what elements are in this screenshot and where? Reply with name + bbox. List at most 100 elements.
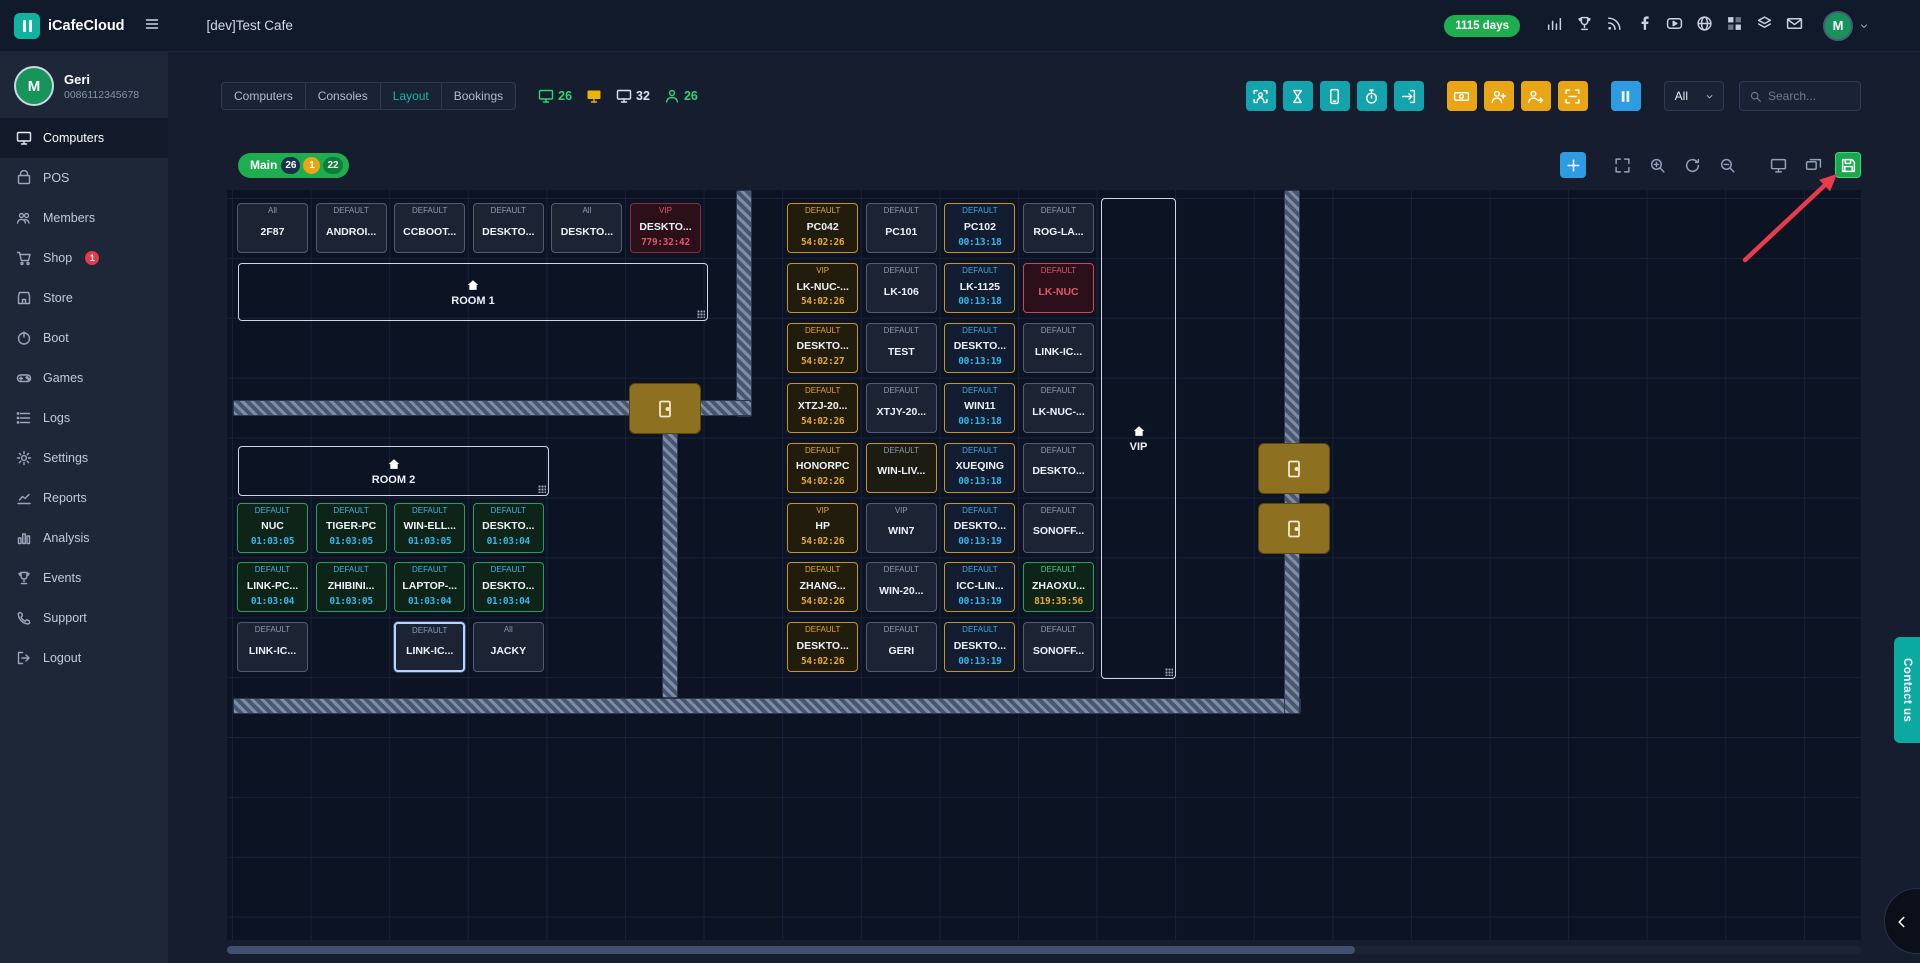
- sidebar-item-store[interactable]: Store: [0, 278, 168, 318]
- sidebar-item-computers[interactable]: Computers: [0, 118, 168, 158]
- computer-tile-androi[interactable]: DEFAULTANDROI...: [316, 203, 387, 253]
- horizontal-scrollbar[interactable]: [227, 946, 1861, 954]
- sidebar-item-games[interactable]: Games: [0, 358, 168, 398]
- computer-view-button[interactable]: [1765, 152, 1791, 178]
- sidebar-item-settings[interactable]: Settings: [0, 438, 168, 478]
- computer-tile-lk-nuc[interactable]: DEFAULTLK-NUC-...: [1023, 383, 1094, 433]
- member-session-button[interactable]: [1246, 81, 1276, 111]
- chevron-down-icon[interactable]: [1858, 20, 1870, 32]
- computer-tile-link-ic[interactable]: DEFAULTLINK-IC...: [237, 622, 308, 672]
- computer-tile-deskto[interactable]: DEFAULTDESKTO...01:03:04: [473, 503, 544, 553]
- add-member-button[interactable]: [1484, 81, 1514, 111]
- sidebar-item-logs[interactable]: Logs: [0, 398, 168, 438]
- user-avatar[interactable]: M: [1823, 11, 1853, 41]
- globe-link[interactable]: [1696, 15, 1713, 37]
- computer-tile-deskto[interactable]: DEFAULTDESKTO...: [473, 203, 544, 253]
- computer-tile-link-ic[interactable]: DEFAULTLINK-IC...: [394, 622, 465, 672]
- computer-tile-laptop[interactable]: DEFAULTLAPTOP-...01:03:04: [394, 562, 465, 612]
- computer-tile-sonoff[interactable]: DEFAULTSONOFF...: [1023, 503, 1094, 553]
- scan-qr-button[interactable]: [1558, 81, 1588, 111]
- computer-tile-rog-la[interactable]: DEFAULTROG-LA...: [1023, 203, 1094, 253]
- computer-tile-link-ic[interactable]: DEFAULTLINK-IC...: [1023, 323, 1094, 373]
- computer-tile-icc-lin[interactable]: DEFAULTICC-LIN...00:13:19: [944, 562, 1015, 612]
- youtube-link[interactable]: [1666, 15, 1683, 37]
- mail-link[interactable]: [1786, 15, 1803, 37]
- timer-button[interactable]: [1357, 81, 1387, 111]
- computer-tile-lk-1125[interactable]: DEFAULTLK-112500:13:18: [944, 263, 1015, 313]
- computer-tile-win-20[interactable]: DEFAULTWIN-20...: [866, 562, 937, 612]
- add-guest-button[interactable]: [1521, 81, 1551, 111]
- sidebar-item-pos[interactable]: POS: [0, 158, 168, 198]
- contact-us-button[interactable]: Contact us: [1894, 637, 1920, 743]
- room-room-2[interactable]: ROOM 2: [238, 446, 549, 496]
- tab-bookings[interactable]: Bookings: [441, 82, 516, 110]
- computer-tile-tiger-pc[interactable]: DEFAULTTIGER-PC01:03:05: [316, 503, 387, 553]
- room-vip[interactable]: VIP: [1101, 198, 1176, 679]
- sidebar-user[interactable]: M Geri 0086112345678: [0, 52, 168, 118]
- layers-link[interactable]: [1756, 15, 1773, 37]
- computer-tile-deskto[interactable]: DEFAULTDESKTO...01:03:04: [473, 562, 544, 612]
- computer-tile-zhang[interactable]: DEFAULTZHANG...54:02:26: [787, 562, 858, 612]
- computer-tile-ccboot[interactable]: DEFAULTCCBOOT...: [394, 203, 465, 253]
- computer-tile-jacky[interactable]: AllJACKY: [473, 622, 544, 672]
- computer-tile-xtjy-20[interactable]: DEFAULTXTJY-20...: [866, 383, 937, 433]
- room-tab-main[interactable]: Main 26122: [238, 153, 349, 178]
- tab-computers[interactable]: Computers: [221, 82, 306, 110]
- pixel-link[interactable]: [1726, 15, 1743, 37]
- computer-tile-lk-nuc[interactable]: DEFAULTLK-NUC: [1023, 263, 1094, 313]
- computer-tile-win11[interactable]: DEFAULTWIN1100:13:18: [944, 383, 1015, 433]
- checkout-button[interactable]: [1394, 81, 1424, 111]
- computer-tile-win-liv[interactable]: DEFAULTWIN-LIV...: [866, 443, 937, 493]
- trophy-link[interactable]: [1576, 15, 1593, 37]
- room-room-1[interactable]: ROOM 1: [238, 263, 708, 321]
- computer-tile-2f87[interactable]: All2F87: [237, 203, 308, 253]
- tab-layout[interactable]: Layout: [380, 82, 442, 110]
- computer-tile-lk-106[interactable]: DEFAULTLK-106: [866, 263, 937, 313]
- computer-tile-pc042[interactable]: DEFAULTPC04254:02:26: [787, 203, 858, 253]
- computer-tile-xueqing[interactable]: DEFAULTXUEQING00:13:18: [944, 443, 1015, 493]
- mobile-app-button[interactable]: [1320, 81, 1350, 111]
- scrollbar-thumb[interactable]: [227, 946, 1355, 954]
- stats-link[interactable]: [1546, 15, 1563, 37]
- door-3[interactable]: [1258, 503, 1330, 554]
- zoom-in-button[interactable]: [1644, 152, 1670, 178]
- zoom-out-button[interactable]: [1714, 152, 1740, 178]
- computer-tile-sonoff[interactable]: DEFAULTSONOFF...: [1023, 622, 1094, 672]
- computer-tile-zhaoxu[interactable]: DEFAULTZHAOXU...819:35:56: [1023, 562, 1094, 612]
- sidebar-item-boot[interactable]: Boot: [0, 318, 168, 358]
- cash-sale-button[interactable]: [1447, 81, 1477, 111]
- computer-tile-link-pc[interactable]: DEFAULTLINK-PC...01:03:04: [237, 562, 308, 612]
- computer-tile-deskto[interactable]: DEFAULTDESKTO...00:13:19: [944, 622, 1015, 672]
- computer-tile-hp[interactable]: VIPHP54:02:26: [787, 503, 858, 553]
- reset-zoom-button[interactable]: [1679, 152, 1705, 178]
- add-element-button[interactable]: [1560, 152, 1586, 178]
- pause-all-button[interactable]: [1611, 81, 1641, 111]
- sidebar-item-reports[interactable]: Reports: [0, 478, 168, 518]
- computer-tile-deskto[interactable]: DEFAULTDESKTO...54:02:26: [787, 622, 858, 672]
- group-filter-select[interactable]: All: [1664, 81, 1724, 111]
- facebook-link[interactable]: [1636, 15, 1653, 37]
- hamburger-menu-button[interactable]: [141, 15, 163, 37]
- computer-tile-deskto[interactable]: DEFAULTDESKTO...00:13:19: [944, 503, 1015, 553]
- sidebar-item-support[interactable]: Support: [0, 598, 168, 638]
- computer-tile-geri[interactable]: DEFAULTGERI: [866, 622, 937, 672]
- computer-tile-honorpc[interactable]: DEFAULTHONORPC54:02:26: [787, 443, 858, 493]
- console-view-button[interactable]: [1800, 152, 1826, 178]
- computer-tile-pc101[interactable]: DEFAULTPC101: [866, 203, 937, 253]
- save-layout-button[interactable]: [1835, 152, 1861, 178]
- computer-tile-deskto[interactable]: AllDESKTO...: [551, 203, 622, 253]
- computer-tile-win7[interactable]: VIPWIN7: [866, 503, 937, 553]
- booking-hourglass-button[interactable]: [1283, 81, 1313, 111]
- computer-tile-deskto[interactable]: DEFAULTDESKTO...00:13:19: [944, 323, 1015, 373]
- sidebar-item-events[interactable]: Events: [0, 558, 168, 598]
- tab-consoles[interactable]: Consoles: [305, 82, 381, 110]
- computer-tile-deskto[interactable]: DEFAULTDESKTO...54:02:27: [787, 323, 858, 373]
- door-2[interactable]: [1258, 443, 1330, 494]
- computer-tile-test[interactable]: DEFAULTTEST: [866, 323, 937, 373]
- subscription-days-badge[interactable]: 1115 days: [1444, 15, 1520, 37]
- door-1[interactable]: [629, 383, 701, 434]
- sidebar-item-analysis[interactable]: Analysis: [0, 518, 168, 558]
- computer-tile-nuc[interactable]: DEFAULTNUC01:03:05: [237, 503, 308, 553]
- rss-link[interactable]: [1606, 15, 1623, 37]
- computer-tile-win-ell[interactable]: DEFAULTWIN-ELL...01:03:05: [394, 503, 465, 553]
